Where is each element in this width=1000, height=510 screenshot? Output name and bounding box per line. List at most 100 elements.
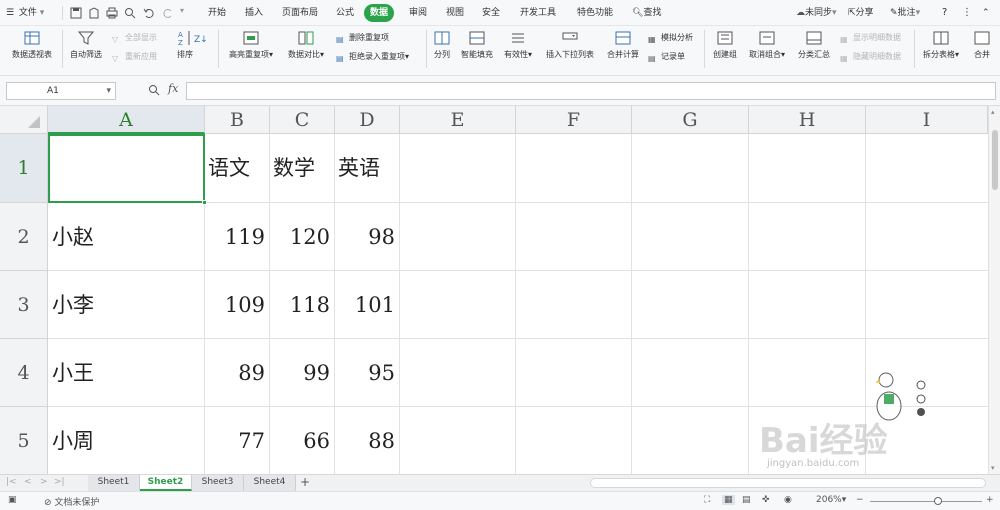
sync-button[interactable]: ☁未同步▾ — [796, 4, 837, 22]
help-icon[interactable]: ? — [942, 4, 947, 22]
cell-c3[interactable]: 118 — [270, 271, 335, 339]
scroll-down-icon[interactable]: ▾ — [991, 464, 995, 472]
insert-function-button[interactable]: fx — [168, 82, 178, 95]
chevron-down-icon[interactable]: ▾ — [106, 83, 111, 99]
share-button[interactable]: ⇱分享 — [848, 4, 874, 22]
fill-handle[interactable] — [202, 200, 207, 205]
pivot-table-button[interactable]: 数据透视表 — [8, 30, 56, 60]
reject-duplicates-button[interactable]: ▤ 拒绝录入重复项▾ — [336, 50, 409, 64]
file-menu[interactable]: ☰ 文件 ▾ — [6, 4, 44, 22]
column-header-f[interactable]: F — [516, 106, 632, 134]
formula-input[interactable] — [186, 82, 996, 100]
cell-a3[interactable]: 小李 — [48, 271, 205, 339]
column-header-a[interactable]: A — [48, 106, 205, 134]
tab-data[interactable]: 数据 — [364, 4, 395, 22]
cell-b3[interactable]: 109 — [205, 271, 270, 339]
zoom-slider[interactable] — [870, 501, 982, 502]
name-box[interactable]: A1 ▾ — [6, 82, 116, 100]
auto-filter-button[interactable]: 自动筛选 — [66, 30, 106, 60]
data-compare-button[interactable]: 数据对比▾ — [284, 30, 328, 60]
cell-a1[interactable] — [48, 134, 205, 203]
cell-b2[interactable]: 119 — [205, 203, 270, 271]
cell-b1[interactable]: 语文 — [205, 134, 270, 203]
column-header-e[interactable]: E — [400, 106, 516, 134]
print-icon[interactable] — [106, 7, 118, 19]
vertical-scroll-thumb[interactable] — [992, 130, 998, 190]
tab-insert[interactable]: 插入 — [245, 4, 263, 22]
consolidate-button[interactable]: 合并计算 — [604, 30, 642, 60]
night-mode-icon[interactable]: ◉ — [784, 495, 792, 505]
normal-view-icon[interactable]: ▦ — [722, 495, 735, 505]
horizontal-scrollbar[interactable] — [590, 478, 986, 488]
insert-dropdown-list-button[interactable]: 插入下拉列表 — [542, 30, 598, 60]
row-header-4[interactable]: 4 — [0, 339, 48, 407]
cell-b4[interactable]: 89 — [205, 339, 270, 407]
row-header-2[interactable]: 2 — [0, 203, 48, 271]
cell-d3[interactable]: 101 — [335, 271, 400, 339]
smart-fill-button[interactable]: 智能填充 — [458, 30, 496, 60]
comment-button[interactable]: ✎批注▾ — [890, 4, 920, 22]
tab-page-layout[interactable]: 页面布局 — [282, 4, 318, 22]
delete-duplicates-button[interactable]: ▤ 删除重复项 — [336, 31, 389, 45]
column-header-i[interactable]: I — [866, 106, 988, 134]
sheet-tab-3[interactable]: Sheet3 — [192, 475, 244, 491]
cell-a5[interactable]: 小周 — [48, 407, 205, 474]
data-validation-button[interactable]: 有效性▾ — [500, 30, 536, 60]
reapply-button[interactable]: ▽ 重新应用 — [112, 50, 157, 64]
text-to-columns-button[interactable]: 分列 — [430, 30, 454, 60]
row-header-3[interactable]: 3 — [0, 271, 48, 339]
quick-access-more-icon[interactable]: ▾ — [180, 6, 184, 15]
tab-security[interactable]: 安全 — [482, 4, 500, 22]
hide-detail-button[interactable]: ▦ 隐藏明细数据 — [840, 50, 901, 64]
collapse-ribbon-icon[interactable]: ⌃ — [982, 4, 990, 22]
sheet-tab-1[interactable]: Sheet1 — [88, 475, 140, 491]
ungroup-button[interactable]: 取消组合▾ — [744, 30, 790, 60]
zoom-in-icon[interactable]: + — [986, 495, 994, 505]
split-table-button[interactable]: 拆分表格▾ — [918, 30, 964, 60]
protect-status[interactable]: ⊘ 文档未保护 — [44, 495, 99, 508]
cell-a2[interactable]: 小赵 — [48, 203, 205, 271]
create-group-button[interactable]: 创建组 — [710, 30, 740, 60]
cell-d2[interactable]: 98 — [335, 203, 400, 271]
tab-home[interactable]: 开始 — [208, 4, 226, 22]
column-header-g[interactable]: G — [632, 106, 749, 134]
cell-d1[interactable]: 英语 — [335, 134, 400, 203]
cell-a4[interactable]: 小王 — [48, 339, 205, 407]
eye-protection-icon[interactable]: ⛶ — [704, 495, 710, 505]
undo-icon[interactable] — [143, 7, 155, 19]
row-header-5[interactable]: 5 — [0, 407, 48, 474]
next-sheet-icon[interactable]: > — [40, 477, 48, 487]
tab-review[interactable]: 审阅 — [409, 4, 427, 22]
cell-c2[interactable]: 120 — [270, 203, 335, 271]
tab-view[interactable]: 视图 — [446, 4, 464, 22]
zoom-out-icon[interactable]: − — [856, 495, 864, 505]
search-button[interactable]: 🔍︎查找 — [632, 4, 661, 22]
column-header-b[interactable]: B — [205, 106, 270, 134]
sheet-tab-2[interactable]: Sheet2 — [140, 475, 192, 491]
last-sheet-icon[interactable]: >| — [54, 477, 65, 487]
prev-sheet-icon[interactable]: < — [24, 477, 32, 487]
reading-mode-icon[interactable]: ✜ — [762, 495, 770, 505]
macro-record-icon[interactable]: ▣ — [8, 495, 17, 505]
vertical-scrollbar[interactable]: ▴ ▾ — [988, 106, 1000, 474]
tab-special-features[interactable]: 特色功能 — [577, 4, 613, 22]
output-pdf-icon[interactable] — [88, 7, 100, 19]
what-if-analysis-button[interactable]: ▦ 模拟分析 — [648, 31, 693, 45]
cell-c5[interactable]: 66 — [270, 407, 335, 474]
sheet-tab-4[interactable]: Sheet4 — [244, 475, 296, 491]
save-icon[interactable] — [70, 7, 82, 19]
sort-desc-button[interactable]: Z↓ — [194, 31, 208, 45]
column-header-d[interactable]: D — [335, 106, 400, 134]
add-sheet-button[interactable]: + — [300, 475, 310, 489]
record-form-button[interactable]: ▤ 记录单 — [648, 50, 685, 64]
zoom-formula-icon[interactable] — [148, 84, 160, 96]
page-break-view-icon[interactable]: ▤ — [742, 495, 751, 505]
column-header-h[interactable]: H — [749, 106, 866, 134]
column-header-c[interactable]: C — [270, 106, 335, 134]
merge-button[interactable]: 合并 — [968, 30, 996, 60]
show-detail-button[interactable]: ▦ 显示明细数据 — [840, 31, 901, 45]
cell-d4[interactable]: 95 — [335, 339, 400, 407]
scroll-up-icon[interactable]: ▴ — [991, 108, 995, 116]
print-preview-icon[interactable] — [124, 7, 136, 19]
zoom-level[interactable]: 206%▾ — [816, 495, 846, 505]
